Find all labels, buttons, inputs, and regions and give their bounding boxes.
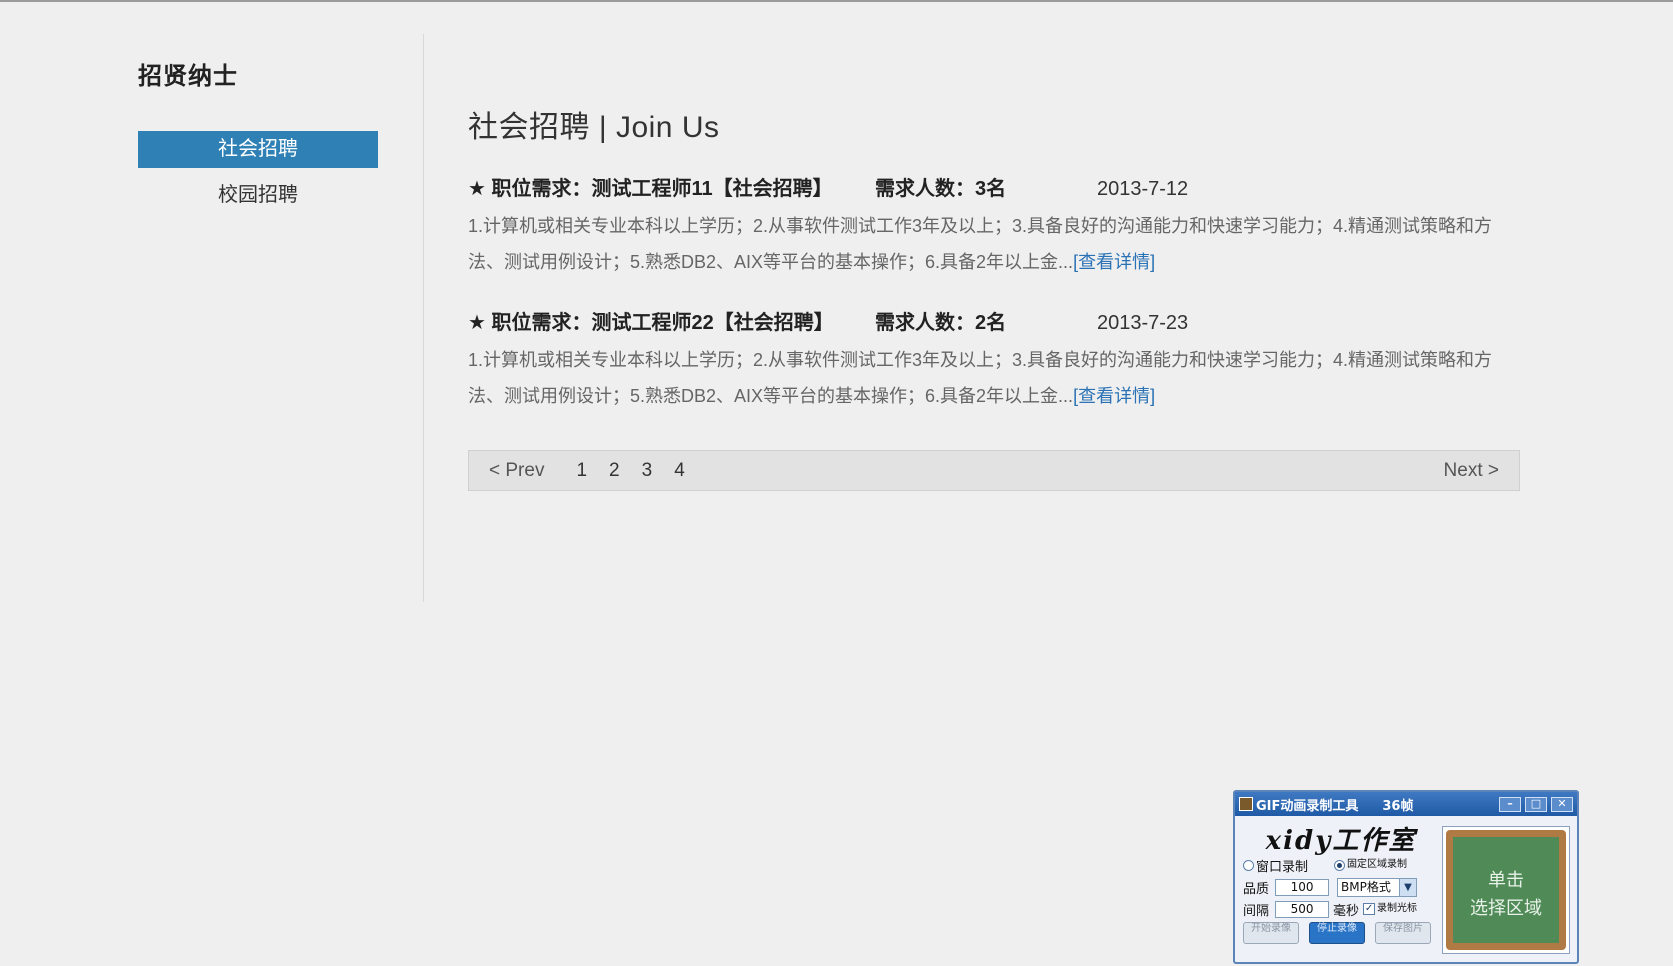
cursor-checkbox[interactable]: ✓: [1363, 903, 1376, 915]
interval-input[interactable]: 500: [1275, 900, 1330, 918]
select-region-panel: 单击 选择区域: [1442, 826, 1570, 954]
window-record-radio[interactable]: [1243, 859, 1254, 871]
job-headcount: 需求人数：3名: [875, 178, 1007, 200]
job-item: ★ 职位需求：测试工程师11【社会招聘】 需求人数：3名 2013-7-12 1…: [468, 172, 1520, 280]
record-mode-row: 窗口录制 固定区域录制: [1243, 854, 1439, 876]
job-date: 2013-7-23: [1097, 312, 1189, 334]
sidebar-title: 招贤纳士: [138, 63, 238, 90]
sidebar: 招贤纳士 社会招聘 校园招聘: [138, 56, 378, 223]
job-title: ★ 职位需求：测试工程师11【社会招聘】: [468, 178, 833, 200]
next-page-button[interactable]: Next >: [1444, 460, 1499, 482]
main-content: 社会招聘 | Join Us ★ 职位需求：测试工程师11【社会招聘】 需求人数…: [468, 102, 1520, 491]
vertical-divider: [423, 34, 424, 602]
job-description-text: 1.计算机或相关专业本科以上学历；2.从事软件测试工作3年及以上；3.具备良好的…: [468, 216, 1493, 272]
gif-recorder-window: GIF动画录制工具 36帧 – □ ✕ xidy工作室 窗口录制 固定区域录制 …: [1233, 790, 1579, 964]
quality-label: 品质: [1243, 881, 1270, 897]
stop-record-button[interactable]: 停止录像: [1309, 922, 1365, 944]
job-description: 1.计算机或相关专业本科以上学历；2.从事软件测试工作3年及以上；3.具备良好的…: [468, 342, 1520, 414]
chevron-down-icon: ▼: [1399, 878, 1417, 896]
region-record-label: 固定区域录制: [1347, 859, 1408, 870]
save-image-button[interactable]: 保存图片: [1375, 922, 1431, 944]
interval-row: 间隔 500 毫秒 ✓ 录制光标: [1243, 898, 1439, 920]
region-record-radio[interactable]: [1334, 859, 1346, 871]
page-link-2[interactable]: 2: [607, 460, 622, 482]
job-list: ★ 职位需求：测试工程师11【社会招聘】 需求人数：3名 2013-7-12 1…: [468, 172, 1520, 414]
interval-label: 间隔: [1243, 903, 1270, 919]
brand-logo: xidy工作室: [1265, 826, 1417, 856]
maximize-icon[interactable]: □: [1525, 796, 1547, 812]
select-region-button[interactable]: 单击 选择区域: [1446, 830, 1566, 950]
view-details-link[interactable]: [查看详情]: [1073, 386, 1155, 406]
quality-row: 品质 100 BMP格式 ▼: [1243, 876, 1439, 898]
job-date: 2013-7-12: [1097, 178, 1189, 200]
format-select[interactable]: BMP格式 ▼: [1337, 877, 1418, 897]
minimize-icon[interactable]: –: [1499, 796, 1521, 812]
job-description: 1.计算机或相关专业本科以上学历；2.从事软件测试工作3年及以上；3.具备良好的…: [468, 208, 1520, 280]
window-record-label: 窗口录制: [1256, 859, 1309, 875]
job-header: ★ 职位需求：测试工程师11【社会招聘】 需求人数：3名 2013-7-12: [468, 172, 1520, 204]
page-link-4[interactable]: 4: [672, 460, 687, 482]
cursor-checkbox-label: 录制光标: [1377, 903, 1418, 914]
sidebar-menu: 社会招聘 校园招聘: [138, 131, 378, 214]
page-link-1[interactable]: 1: [574, 460, 589, 482]
frame-count: 36帧: [1382, 798, 1414, 814]
window-controls: – □ ✕: [1499, 796, 1573, 812]
sidebar-item-campus-recruit[interactable]: 校园招聘: [138, 177, 378, 214]
job-headcount: 需求人数：2名: [875, 312, 1007, 334]
quality-input[interactable]: 100: [1275, 878, 1330, 896]
gif-action-buttons: 开始录像 停止录像 保存图片: [1243, 922, 1439, 944]
view-details-link[interactable]: [查看详情]: [1073, 252, 1155, 272]
gif-recorder-title: GIF动画录制工具: [1256, 798, 1359, 814]
sidebar-item-social-recruit[interactable]: 社会招聘: [138, 131, 378, 168]
prev-page-button[interactable]: < Prev: [489, 460, 544, 482]
pagination: < Prev 1 2 3 4 Next >: [468, 450, 1520, 491]
page-link-3[interactable]: 3: [640, 460, 655, 482]
format-value: BMP格式: [1341, 879, 1391, 894]
close-icon[interactable]: ✕: [1551, 796, 1573, 812]
job-item: ★ 职位需求：测试工程师22【社会招聘】 需求人数：2名 2013-7-23 1…: [468, 306, 1520, 414]
page-title: 社会招聘 | Join Us: [468, 111, 720, 144]
job-title: ★ 职位需求：测试工程师22【社会招聘】: [468, 312, 834, 334]
gif-recorder-titlebar[interactable]: GIF动画录制工具 36帧 – □ ✕: [1235, 792, 1577, 816]
job-header: ★ 职位需求：测试工程师22【社会招聘】 需求人数：2名 2013-7-23: [468, 306, 1520, 338]
interval-unit: 毫秒: [1333, 903, 1360, 919]
app-icon: [1239, 797, 1253, 811]
start-record-button[interactable]: 开始录像: [1243, 922, 1299, 944]
job-description-text: 1.计算机或相关专业本科以上学历；2.从事软件测试工作3年及以上；3.具备良好的…: [468, 350, 1493, 406]
gif-recorder-controls: xidy工作室 窗口录制 固定区域录制 品质 100 BMP格式 ▼ 间隔 500…: [1243, 820, 1439, 944]
